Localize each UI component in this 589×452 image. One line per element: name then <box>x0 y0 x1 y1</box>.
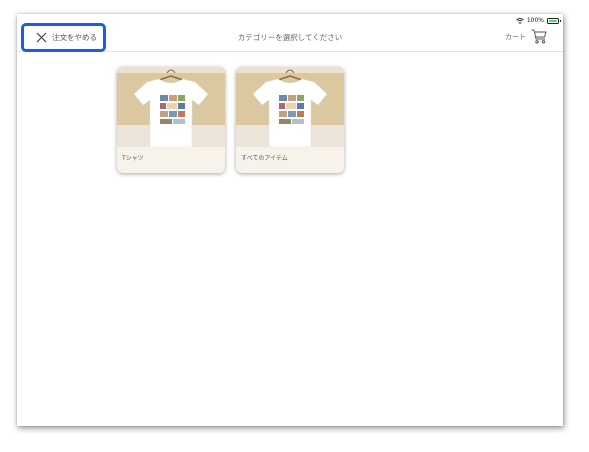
cart-button[interactable]: カート <box>505 29 547 44</box>
cart-icon <box>531 29 547 44</box>
tshirt-photo <box>117 67 225 147</box>
app-screen: 100% 注文をやめる カテゴリーを選択してください カート Tシャツ すべての… <box>17 14 563 426</box>
category-label: すべてのアイテム <box>241 155 288 162</box>
battery-icon <box>547 17 561 24</box>
category-label: Tシャツ <box>122 155 144 162</box>
battery-percent: 100% <box>526 17 544 24</box>
tshirt-photo <box>236 67 344 147</box>
category-card-all-items[interactable]: すべてのアイテム <box>236 67 344 173</box>
status-bar: 100% <box>516 16 561 25</box>
navigation-bar: 注文をやめる カテゴリーを選択してください カート <box>17 23 563 52</box>
wifi-icon <box>516 17 524 24</box>
category-grid: Tシャツ すべてのアイテム <box>117 67 344 173</box>
cart-label: カート <box>505 32 526 41</box>
category-card-tshirt[interactable]: Tシャツ <box>117 67 225 173</box>
page-title: カテゴリーを選択してください <box>237 33 343 42</box>
